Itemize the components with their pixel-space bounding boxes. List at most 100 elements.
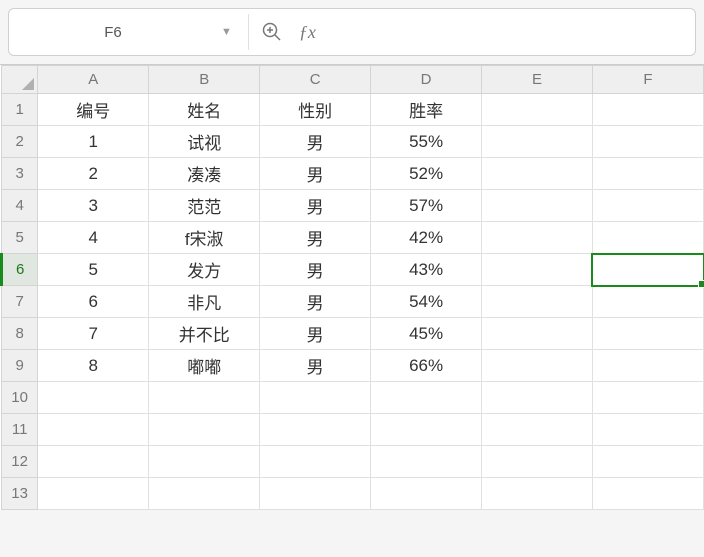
cell-reference-input[interactable] xyxy=(13,14,213,50)
cell-B9[interactable]: 嘟嘟 xyxy=(149,350,260,382)
fx-icon[interactable]: ƒx xyxy=(299,22,316,43)
cell-F9[interactable] xyxy=(592,350,703,382)
cell-C2[interactable]: 男 xyxy=(260,126,371,158)
cell-E11[interactable] xyxy=(482,414,593,446)
cell-B11[interactable] xyxy=(149,414,260,446)
cell-B2[interactable]: 试视 xyxy=(149,126,260,158)
cell-D12[interactable] xyxy=(371,446,482,478)
cell-A7[interactable]: 6 xyxy=(38,286,149,318)
cell-A9[interactable]: 8 xyxy=(38,350,149,382)
row-header-4[interactable]: 4 xyxy=(2,190,38,222)
cell-B6[interactable]: 发方 xyxy=(149,254,260,286)
row-header-10[interactable]: 10 xyxy=(2,382,38,414)
cell-D5[interactable]: 42% xyxy=(371,222,482,254)
cell-F2[interactable] xyxy=(592,126,703,158)
row-header-3[interactable]: 3 xyxy=(2,158,38,190)
cell-A6[interactable]: 5 xyxy=(38,254,149,286)
cell-D3[interactable]: 52% xyxy=(371,158,482,190)
cell-C3[interactable]: 男 xyxy=(260,158,371,190)
col-header-C[interactable]: C xyxy=(260,66,371,94)
cell-F10[interactable] xyxy=(592,382,703,414)
cell-D7[interactable]: 54% xyxy=(371,286,482,318)
cell-D6[interactable]: 43% xyxy=(371,254,482,286)
cell-D1[interactable]: 胜率 xyxy=(371,94,482,126)
cell-A2[interactable]: 1 xyxy=(38,126,149,158)
cell-A1[interactable]: 编号 xyxy=(38,94,149,126)
cell-B10[interactable] xyxy=(149,382,260,414)
cell-A8[interactable]: 7 xyxy=(38,318,149,350)
cell-C8[interactable]: 男 xyxy=(260,318,371,350)
cell-F3[interactable] xyxy=(592,158,703,190)
cell-E12[interactable] xyxy=(482,446,593,478)
cell-C4[interactable]: 男 xyxy=(260,190,371,222)
cell-A3[interactable]: 2 xyxy=(38,158,149,190)
cell-B8[interactable]: 并不比 xyxy=(149,318,260,350)
cell-B12[interactable] xyxy=(149,446,260,478)
cell-B3[interactable]: 凑凑 xyxy=(149,158,260,190)
row-header-1[interactable]: 1 xyxy=(2,94,38,126)
row-header-13[interactable]: 13 xyxy=(2,478,38,510)
cell-F13[interactable] xyxy=(592,478,703,510)
row-header-12[interactable]: 12 xyxy=(2,446,38,478)
col-header-D[interactable]: D xyxy=(371,66,482,94)
cell-B13[interactable] xyxy=(149,478,260,510)
zoom-icon[interactable] xyxy=(261,21,283,43)
cell-D11[interactable] xyxy=(371,414,482,446)
cell-E5[interactable] xyxy=(482,222,593,254)
cell-A4[interactable]: 3 xyxy=(38,190,149,222)
cell-C1[interactable]: 性别 xyxy=(260,94,371,126)
formula-input[interactable] xyxy=(332,14,691,50)
cell-C11[interactable] xyxy=(260,414,371,446)
cell-E9[interactable] xyxy=(482,350,593,382)
chevron-down-icon[interactable]: ▼ xyxy=(213,26,240,38)
cell-D13[interactable] xyxy=(371,478,482,510)
row-header-7[interactable]: 7 xyxy=(2,286,38,318)
cell-A12[interactable] xyxy=(38,446,149,478)
cell-A13[interactable] xyxy=(38,478,149,510)
select-all-corner[interactable] xyxy=(2,66,38,94)
col-header-F[interactable]: F xyxy=(592,66,703,94)
cell-F8[interactable] xyxy=(592,318,703,350)
row-header-2[interactable]: 2 xyxy=(2,126,38,158)
row-header-9[interactable]: 9 xyxy=(2,350,38,382)
cell-C5[interactable]: 男 xyxy=(260,222,371,254)
row-header-5[interactable]: 5 xyxy=(2,222,38,254)
cell-B1[interactable]: 姓名 xyxy=(149,94,260,126)
cell-C6[interactable]: 男 xyxy=(260,254,371,286)
cell-A10[interactable] xyxy=(38,382,149,414)
cell-D8[interactable]: 45% xyxy=(371,318,482,350)
cell-F12[interactable] xyxy=(592,446,703,478)
cell-C7[interactable]: 男 xyxy=(260,286,371,318)
cell-F7[interactable] xyxy=(592,286,703,318)
cell-C10[interactable] xyxy=(260,382,371,414)
cell-E10[interactable] xyxy=(482,382,593,414)
cell-E8[interactable] xyxy=(482,318,593,350)
cell-F11[interactable] xyxy=(592,414,703,446)
cell-F4[interactable] xyxy=(592,190,703,222)
cell-B7[interactable]: 非凡 xyxy=(149,286,260,318)
cell-E7[interactable] xyxy=(482,286,593,318)
cell-E2[interactable] xyxy=(482,126,593,158)
col-header-B[interactable]: B xyxy=(149,66,260,94)
cell-F5[interactable] xyxy=(592,222,703,254)
cell-D2[interactable]: 55% xyxy=(371,126,482,158)
cell-F1[interactable] xyxy=(592,94,703,126)
cell-E6[interactable] xyxy=(482,254,593,286)
cell-C9[interactable]: 男 xyxy=(260,350,371,382)
cell-E1[interactable] xyxy=(482,94,593,126)
row-header-6[interactable]: 6 xyxy=(2,254,38,286)
cell-D9[interactable]: 66% xyxy=(371,350,482,382)
col-header-A[interactable]: A xyxy=(38,66,149,94)
cell-E3[interactable] xyxy=(482,158,593,190)
col-header-E[interactable]: E xyxy=(482,66,593,94)
cell-F6[interactable] xyxy=(592,254,703,286)
cell-D4[interactable]: 57% xyxy=(371,190,482,222)
row-header-11[interactable]: 11 xyxy=(2,414,38,446)
cell-C12[interactable] xyxy=(260,446,371,478)
cell-A11[interactable] xyxy=(38,414,149,446)
cell-D10[interactable] xyxy=(371,382,482,414)
cell-B4[interactable]: 范范 xyxy=(149,190,260,222)
cell-B5[interactable]: f宋淑 xyxy=(149,222,260,254)
row-header-8[interactable]: 8 xyxy=(2,318,38,350)
cell-E4[interactable] xyxy=(482,190,593,222)
